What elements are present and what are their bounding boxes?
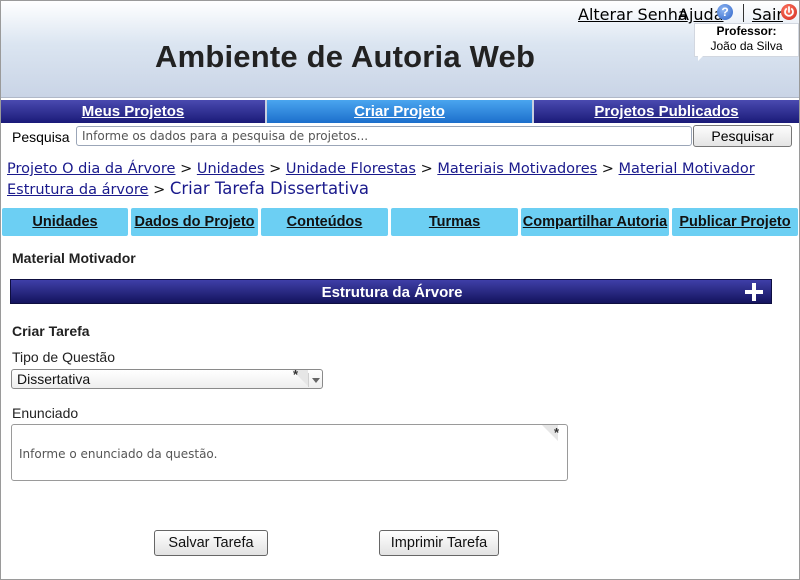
print-task-button[interactable]: Imprimir Tarefa [379, 530, 499, 556]
question-type-select[interactable]: Dissertativa * [11, 367, 323, 389]
search-button[interactable]: Pesquisar [693, 125, 792, 147]
user-info-tail [698, 55, 704, 61]
breadcrumb-current: Criar Tarefa Dissertativa [169, 179, 369, 198]
breadcrumb-motivational-materials[interactable]: Materiais Motivadores [437, 161, 597, 177]
app-title: Ambiente de Autoria Web [155, 39, 536, 74]
section-title: Material Motivador [12, 250, 136, 266]
statement-label: Enunciado [12, 405, 79, 421]
save-task-button[interactable]: Salvar Tarefa [154, 530, 268, 556]
form-title: Criar Tarefa [12, 323, 90, 339]
user-role: Professor: [716, 24, 777, 38]
breadcrumb-separator: > [601, 161, 614, 177]
breadcrumb-units[interactable]: Unidades [197, 161, 265, 177]
required-mark: * [293, 367, 299, 382]
change-password-link[interactable]: Alterar Senha [578, 5, 688, 24]
search-bar: Pesquisa Pesquisar [1, 124, 799, 150]
user-name: João da Silva [710, 39, 783, 53]
structure-bar[interactable]: Estrutura da Árvore [10, 279, 772, 304]
tab-classes[interactable]: Turmas [391, 208, 518, 236]
structure-title: Estrutura da Árvore [321, 284, 463, 301]
question-type-value: Dissertativa [17, 371, 91, 387]
breadcrumb: Projeto O dia da Árvore > Unidades > Uni… [7, 159, 797, 200]
app-window: Ambiente de Autoria Web Alterar Senha Aj… [0, 0, 800, 580]
statement-textarea[interactable]: Informe o enunciado da questão. * [11, 424, 568, 481]
breadcrumb-separator: > [153, 182, 166, 198]
question-circle-icon[interactable]: ? [717, 4, 733, 20]
statement-placeholder: Informe o enunciado da questão. [19, 447, 218, 461]
tab-publish-project[interactable]: Publicar Projeto [672, 208, 798, 236]
logout-link[interactable]: Sair [752, 5, 783, 24]
user-info-box: Professor: João da Silva [694, 23, 799, 57]
main-nav: Meus Projetos Criar Projeto Projetos Pub… [1, 100, 799, 123]
breadcrumb-separator: > [180, 161, 193, 177]
breadcrumb-separator: > [269, 161, 282, 177]
question-type-label: Tipo de Questão [12, 349, 115, 365]
tab-share-authorship[interactable]: Compartilhar Autoria [521, 208, 669, 236]
breadcrumb-unit[interactable]: Unidade Florestas [286, 161, 416, 177]
nav-published-projects[interactable]: Projetos Publicados [534, 100, 799, 123]
tab-project-data[interactable]: Dados do Projeto [131, 208, 258, 236]
header: Ambiente de Autoria Web Alterar Senha Aj… [1, 1, 799, 98]
required-mark: * [554, 425, 560, 440]
tab-units[interactable]: Unidades [2, 208, 128, 236]
project-tabs: Unidades Dados do Projeto Conteúdos Turm… [1, 208, 799, 236]
nav-my-projects[interactable]: Meus Projetos [1, 100, 267, 123]
top-links-divider [743, 4, 744, 22]
plus-icon[interactable] [744, 282, 764, 302]
search-input[interactable] [76, 126, 692, 146]
breadcrumb-project[interactable]: Projeto O dia da Árvore [7, 161, 175, 177]
power-icon[interactable] [781, 4, 797, 20]
breadcrumb-separator: > [420, 161, 433, 177]
chevron-down-icon[interactable] [308, 373, 323, 387]
search-label: Pesquisa [12, 129, 70, 145]
tab-contents[interactable]: Conteúdos [261, 208, 388, 236]
nav-create-project[interactable]: Criar Projeto [267, 100, 534, 123]
